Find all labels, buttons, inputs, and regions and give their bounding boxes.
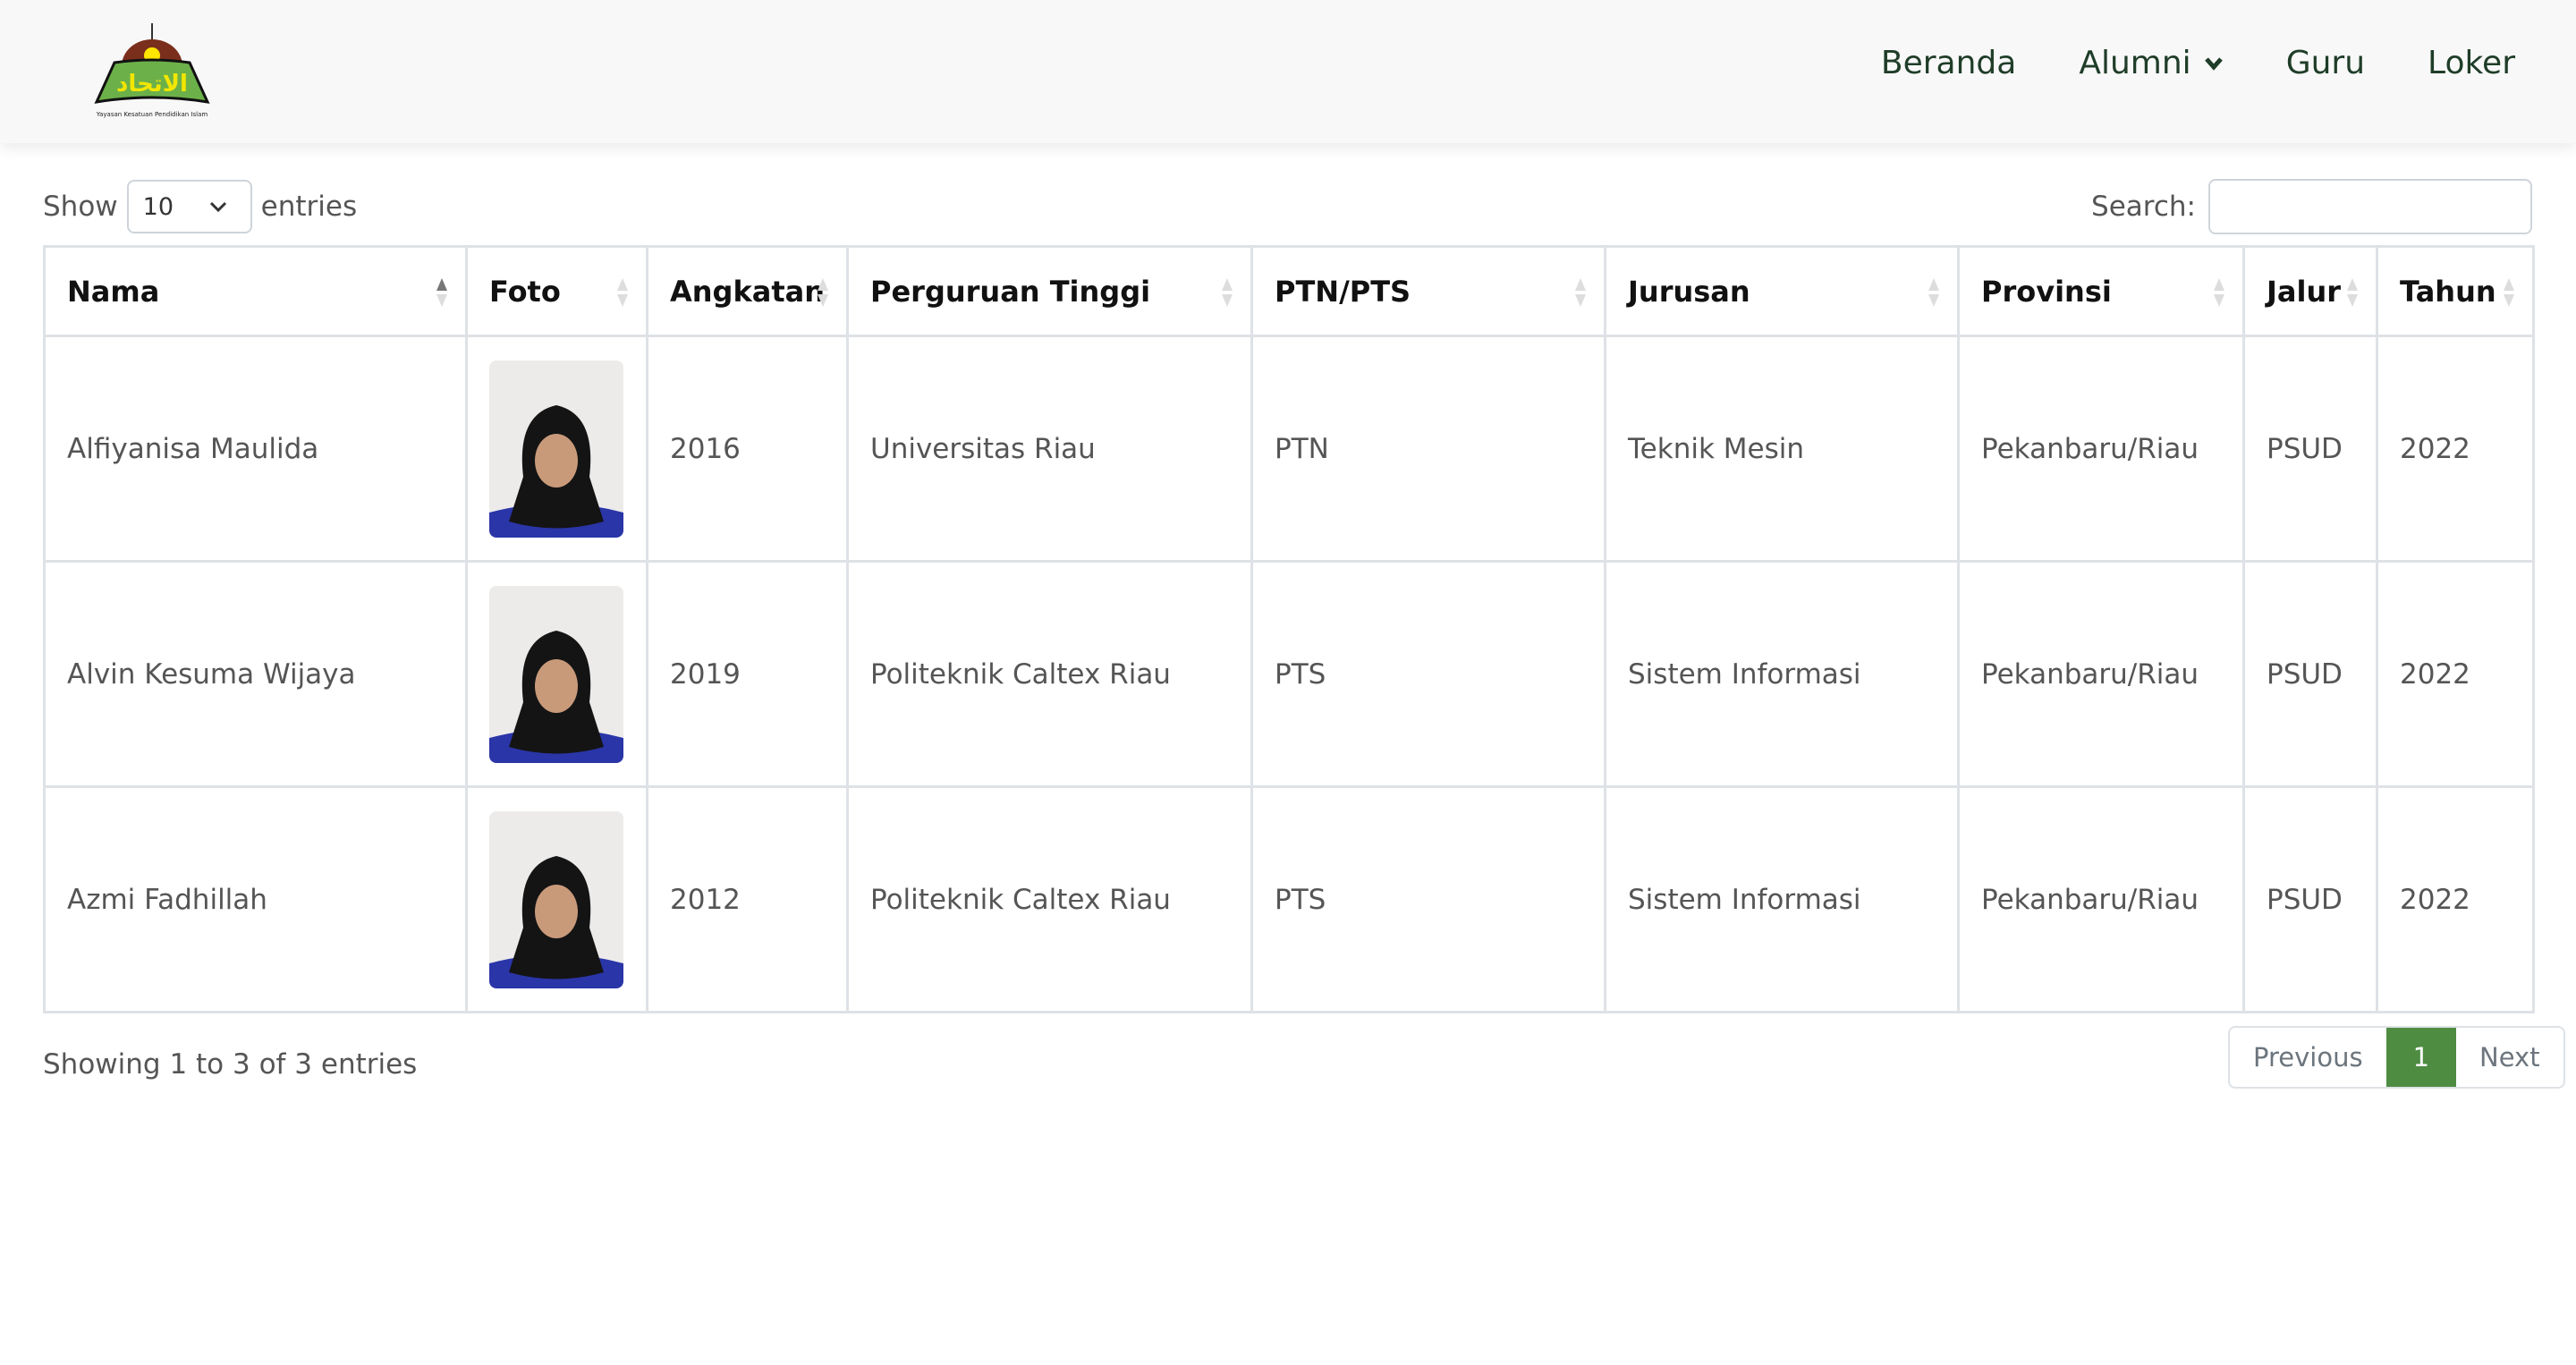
cell-pt: Politeknik Caltex Riau (846, 560, 1253, 788)
cell-jalur: PSUD (2242, 785, 2378, 1013)
pagination: Previous 1 Next (2228, 1026, 2565, 1089)
nav-beranda[interactable]: Beranda (1881, 45, 2016, 81)
cell-provinsi: Pekanbaru/Riau (1957, 785, 2245, 1013)
cell-foto (465, 335, 648, 563)
column-label: Provinsi (1981, 274, 2112, 309)
column-header-foto[interactable]: Foto (465, 245, 648, 337)
entries-label: entries (260, 191, 358, 223)
cell-jenis: PTN (1250, 335, 1606, 563)
svg-text:Yayasan Kesatuan Pendidikan Is: Yayasan Kesatuan Pendidikan Islam (96, 111, 208, 118)
cell-jurusan: Sistem Informasi (1604, 560, 1960, 788)
cell-jurusan: Teknik Mesin (1604, 335, 1960, 563)
entries-select[interactable]: 10 (126, 180, 252, 233)
cell-pt: Politeknik Caltex Riau (846, 785, 1253, 1013)
cell-tahun: 2022 (2376, 560, 2535, 788)
alumni-photo (489, 585, 623, 763)
nav-alumni[interactable]: Alumni (2079, 45, 2223, 81)
cell-foto (465, 560, 648, 788)
sort-icon (617, 278, 628, 307)
main-menu: Beranda Alumni Guru Loker (1881, 45, 2515, 81)
logo[interactable]: الاتحاد Yayasan Kesatuan Pendidikan Isla… (89, 21, 215, 122)
alumni-table: Nama Foto Angkatan Perguruan Tinggi PTN/PTS J… (43, 245, 2535, 1013)
entries-value: 10 (142, 192, 174, 221)
table-controls: Show 10 entries Search: (43, 179, 2532, 234)
previous-button[interactable]: Previous (2230, 1028, 2386, 1087)
search-box: Search: (2091, 179, 2532, 234)
column-label: Jurusan (1628, 274, 1750, 309)
cell-jalur: PSUD (2242, 560, 2378, 788)
column-label: Angkatan (670, 274, 825, 309)
column-header-jurusan[interactable]: Jurusan (1604, 245, 1960, 337)
column-header-perguruan-tinggi[interactable]: Perguruan Tinggi (846, 245, 1253, 337)
column-label: Perguruan Tinggi (870, 274, 1151, 309)
sort-icon (818, 278, 828, 307)
chevron-down-icon (2204, 56, 2223, 71)
sort-icon (1928, 278, 1939, 307)
alumni-photo (489, 810, 623, 988)
column-header-provinsi[interactable]: Provinsi (1957, 245, 2245, 337)
navbar: الاتحاد Yayasan Kesatuan Pendidikan Isla… (0, 0, 2576, 143)
cell-tahun: 2022 (2376, 335, 2535, 563)
cell-angkatan: 2016 (646, 335, 849, 563)
column-header-ptn-pts[interactable]: PTN/PTS (1250, 245, 1606, 337)
sort-icon (2347, 278, 2358, 307)
table-row: Alvin Kesuma Wijaya 2019 Politeknik Caltex… (43, 560, 2535, 788)
column-label: Foto (489, 274, 561, 309)
table-info: Showing 1 to 3 of 3 entries (43, 1048, 418, 1081)
column-header-nama[interactable]: Nama (43, 245, 468, 337)
next-button[interactable]: Next (2456, 1028, 2563, 1087)
cell-jalur: PSUD (2242, 335, 2378, 563)
search-input[interactable] (2208, 179, 2532, 234)
cell-nama: Alvin Kesuma Wijaya (43, 560, 468, 788)
cell-nama: Azmi Fadhillah (43, 785, 468, 1013)
page-1-button[interactable]: 1 (2385, 1028, 2457, 1087)
column-label: Nama (67, 274, 160, 309)
column-header-tahun[interactable]: Tahun (2376, 245, 2535, 337)
sort-icon (436, 278, 447, 307)
svg-text:الاتحاد: الاتحاد (116, 71, 188, 98)
sort-icon (1575, 278, 1586, 307)
column-header-angkatan[interactable]: Angkatan (646, 245, 849, 337)
cell-nama: Alfiyanisa Maulida (43, 335, 468, 563)
entries-length: Show 10 entries (43, 179, 357, 234)
cell-tahun: 2022 (2376, 785, 2535, 1013)
column-label: PTN/PTS (1275, 274, 1411, 309)
cell-pt: Universitas Riau (846, 335, 1253, 563)
cell-angkatan: 2012 (646, 785, 849, 1013)
chevron-down-icon (209, 201, 226, 213)
column-header-jalur[interactable]: Jalur (2242, 245, 2378, 337)
search-label: Search: (2091, 191, 2196, 223)
sort-icon (2504, 278, 2514, 307)
nav-guru[interactable]: Guru (2286, 45, 2365, 81)
cell-jurusan: Sistem Informasi (1604, 785, 1960, 1013)
cell-provinsi: Pekanbaru/Riau (1957, 560, 2245, 788)
show-label: Show (43, 191, 118, 223)
nav-loker[interactable]: Loker (2428, 45, 2515, 81)
table-row: Azmi Fadhillah 2012 Politeknik Caltex Riau… (43, 785, 2535, 1013)
sort-icon (2214, 278, 2224, 307)
nav-alumni-label: Alumni (2079, 45, 2191, 81)
cell-jenis: PTS (1250, 785, 1606, 1013)
cell-foto (465, 785, 648, 1013)
column-label: Tahun (2400, 274, 2496, 309)
column-label: Jalur (2267, 274, 2342, 309)
alumni-photo (489, 360, 623, 538)
cell-jenis: PTS (1250, 560, 1606, 788)
sort-icon (1222, 278, 1233, 307)
cell-provinsi: Pekanbaru/Riau (1957, 335, 2245, 563)
cell-angkatan: 2019 (646, 560, 849, 788)
table-row: Alfiyanisa Maulida 2016 Universitas Riau PT… (43, 335, 2535, 563)
